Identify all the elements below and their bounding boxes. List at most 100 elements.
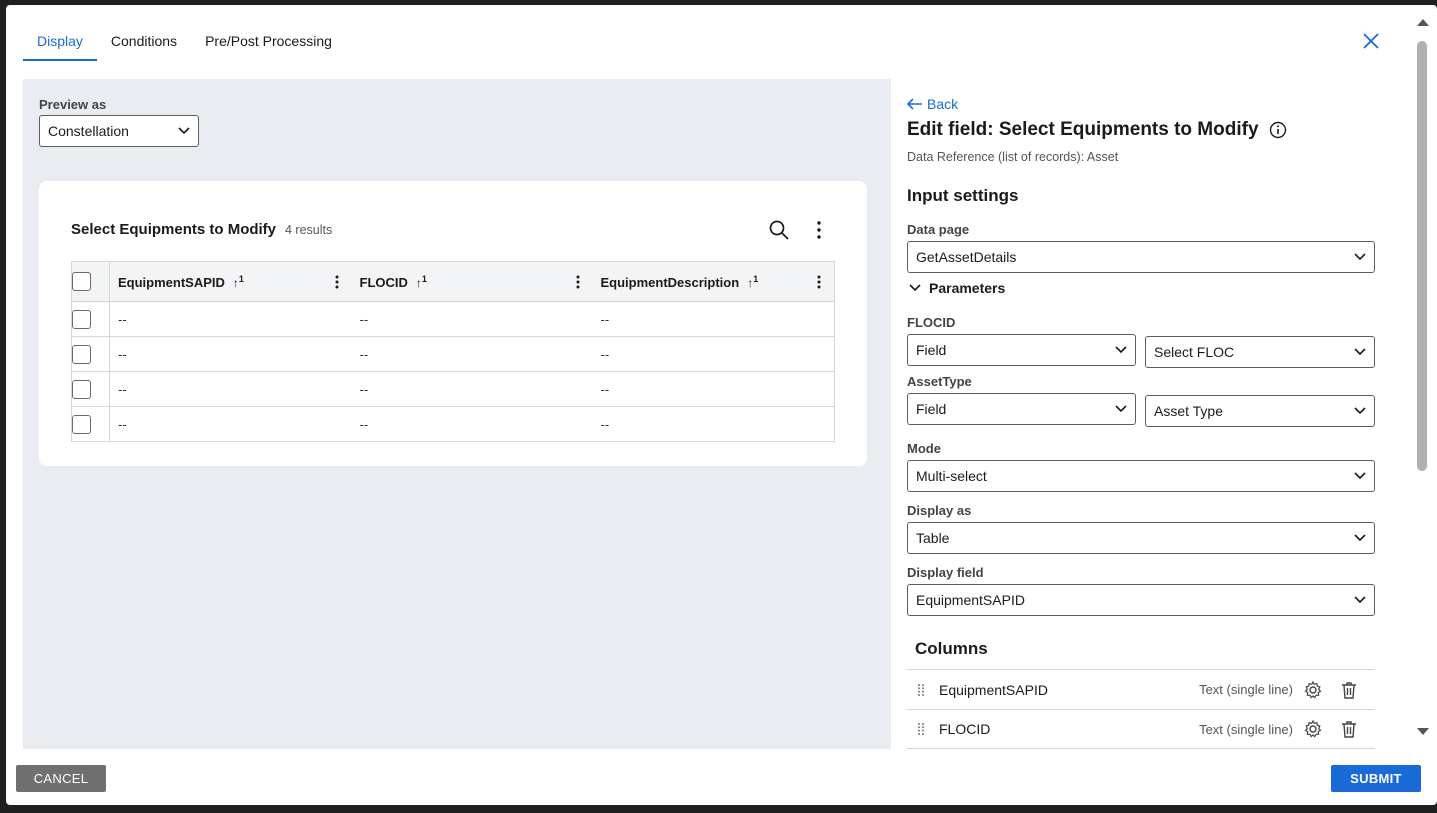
column-config-name: FLOCID xyxy=(939,721,991,737)
row-select-cell xyxy=(71,406,110,442)
column-config-type: Text (single line) xyxy=(1199,721,1293,737)
table-header-row: EquipmentSAPID ↑1 FLOCID ↑1 EquipmentDes… xyxy=(71,261,835,302)
row-checkbox[interactable] xyxy=(72,344,91,364)
preview-as-value: Constellation xyxy=(48,123,129,139)
trash-icon[interactable] xyxy=(1339,680,1359,700)
cancel-button[interactable]: CANCEL xyxy=(16,765,106,792)
info-icon[interactable] xyxy=(1269,121,1287,139)
column-config-row: EquipmentSAPID Text (single line) xyxy=(907,669,1375,709)
arrow-left-icon xyxy=(907,98,922,110)
column-header-label: FLOCID xyxy=(359,274,408,290)
mode-select[interactable]: Multi-select xyxy=(907,460,1375,492)
data-page-value: GetAssetDetails xyxy=(916,249,1017,265)
assettype-source-select[interactable]: Field xyxy=(907,393,1136,425)
row-select-cell xyxy=(71,371,110,407)
select-all-checkbox[interactable] xyxy=(72,272,91,291)
chevron-down-icon xyxy=(1354,472,1366,480)
column-header[interactable]: FLOCID ↑1 xyxy=(351,261,593,302)
flocid-value-select[interactable]: Select FLOC xyxy=(1145,336,1375,368)
gear-icon[interactable] xyxy=(1303,719,1323,739)
table-cell: -- xyxy=(351,301,593,337)
table-row: -- -- -- xyxy=(71,371,835,407)
table-cell: -- xyxy=(351,371,593,407)
flocid-label: FLOCID xyxy=(907,315,956,330)
table-row: -- -- -- xyxy=(71,336,835,372)
chevron-down-icon xyxy=(178,127,190,135)
column-menu-icon[interactable] xyxy=(571,274,585,290)
column-header-label: EquipmentSAPID xyxy=(118,274,225,290)
scrollbar-thumb[interactable] xyxy=(1417,41,1427,471)
preview-pane: Preview as Constellation Select Equipmen… xyxy=(23,79,891,749)
chevron-down-icon xyxy=(1354,407,1366,415)
sort-order: 1 xyxy=(238,273,244,284)
display-field-label: Display field xyxy=(907,565,984,580)
more-options-icon[interactable] xyxy=(808,219,830,241)
back-link[interactable]: Back xyxy=(907,96,958,112)
drag-handle-icon[interactable] xyxy=(917,722,925,736)
display-field-value: EquipmentSAPID xyxy=(916,592,1025,608)
tab-display[interactable]: Display xyxy=(23,27,97,61)
tab-conditions[interactable]: Conditions xyxy=(97,27,191,61)
assettype-value-select[interactable]: Asset Type xyxy=(1145,395,1375,427)
column-menu-icon[interactable] xyxy=(330,274,344,290)
assettype-value: Asset Type xyxy=(1154,403,1224,419)
display-as-select[interactable]: Table xyxy=(907,522,1375,554)
column-menu-icon[interactable] xyxy=(812,274,826,290)
sort-order: 1 xyxy=(421,273,427,284)
table-cell: -- xyxy=(109,301,352,337)
chevron-down-icon xyxy=(1354,596,1366,604)
scroll-up-arrow[interactable] xyxy=(1416,17,1430,27)
row-checkbox[interactable] xyxy=(72,379,91,399)
display-as-value: Table xyxy=(916,530,950,546)
card-title: Select Equipments to Modify xyxy=(71,221,277,238)
chevron-down-icon xyxy=(1354,253,1366,261)
close-icon[interactable] xyxy=(1359,29,1383,53)
mode-label: Mode xyxy=(907,441,941,456)
table-cell: -- xyxy=(109,336,352,372)
display-field-select[interactable]: EquipmentSAPID xyxy=(907,584,1375,616)
preview-as-label: Preview as xyxy=(39,97,107,112)
search-icon[interactable] xyxy=(768,219,790,241)
row-select-cell xyxy=(71,336,110,372)
sort-ascending-icon[interactable]: ↑1 xyxy=(233,273,244,290)
preview-as-select[interactable]: Constellation xyxy=(39,115,199,147)
table-row: -- -- -- xyxy=(71,406,835,442)
row-select-cell xyxy=(71,301,110,337)
data-page-select[interactable]: GetAssetDetails xyxy=(907,241,1375,273)
display-as-label: Display as xyxy=(907,503,972,518)
parameters-toggle[interactable]: Parameters xyxy=(909,280,1005,296)
sort-ascending-icon[interactable]: ↑1 xyxy=(747,273,759,290)
tab-bar: Display Conditions Pre/Post Processing xyxy=(23,27,346,61)
table-cell: -- xyxy=(351,336,593,372)
chevron-down-icon xyxy=(1354,534,1366,542)
row-checkbox[interactable] xyxy=(72,414,91,434)
edit-field-modal: Display Conditions Pre/Post Processing P… xyxy=(6,5,1437,805)
table-cell: -- xyxy=(592,406,835,442)
column-config-type: Text (single line) xyxy=(1199,682,1293,697)
data-page-label: Data page xyxy=(907,222,970,237)
table-cell: -- xyxy=(592,301,835,337)
flocid-value: Select FLOC xyxy=(1154,344,1235,360)
edit-field-title: Edit field: Select Equipments to Modify xyxy=(907,119,1287,141)
flocid-source-value: Field xyxy=(916,342,947,358)
column-config-row: FLOCID Text (single line) xyxy=(907,709,1375,749)
assettype-source-value: Field xyxy=(916,401,947,417)
sort-order: 1 xyxy=(753,273,759,284)
column-header[interactable]: EquipmentSAPID ↑1 xyxy=(109,261,352,302)
flocid-source-select[interactable]: Field xyxy=(907,334,1136,366)
input-settings-heading: Input settings xyxy=(907,186,1019,205)
submit-button[interactable]: SUBMIT xyxy=(1331,765,1421,792)
row-checkbox[interactable] xyxy=(72,309,91,329)
drag-handle-icon[interactable] xyxy=(917,683,925,697)
table-preview-card: Select Equipments to Modify 4 results Eq… xyxy=(39,181,867,466)
trash-icon[interactable] xyxy=(1339,719,1359,739)
preview-table: EquipmentSAPID ↑1 FLOCID ↑1 EquipmentDes… xyxy=(71,261,835,442)
scroll-down-arrow[interactable] xyxy=(1416,727,1430,737)
back-label: Back xyxy=(927,96,959,112)
chevron-down-icon xyxy=(909,284,921,292)
column-header[interactable]: EquipmentDescription ↑1 xyxy=(592,261,835,302)
gear-icon[interactable] xyxy=(1303,680,1323,700)
sort-ascending-icon[interactable]: ↑1 xyxy=(416,273,427,290)
field-type-subtitle: Data Reference (list of records): Asset xyxy=(907,150,1119,164)
tab-pre-post-processing[interactable]: Pre/Post Processing xyxy=(191,27,346,61)
